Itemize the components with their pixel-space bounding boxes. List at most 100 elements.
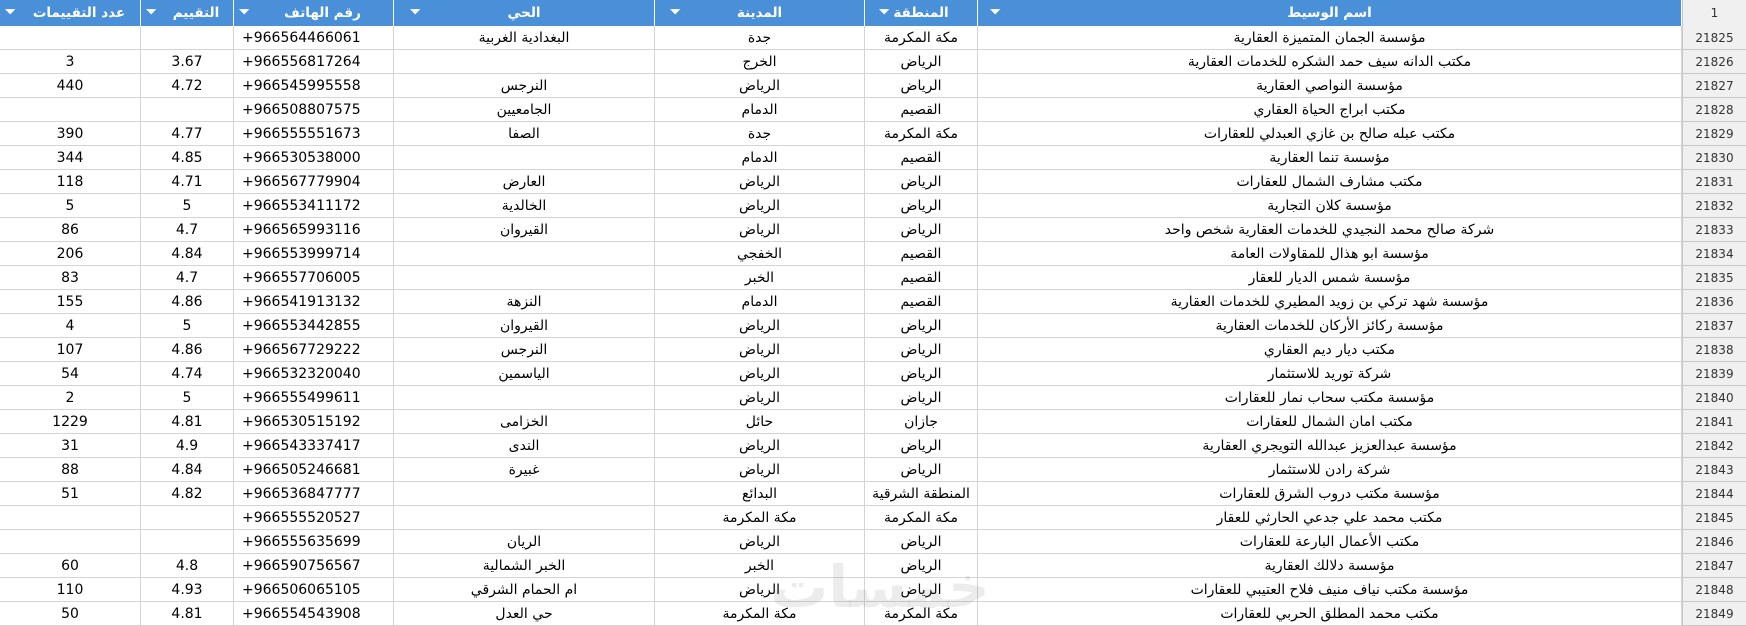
cell-broker-name[interactable]: مؤسسة النواصي العقارية [978, 74, 1682, 98]
cell-ratings-count[interactable]: 50 [0, 602, 141, 626]
cell-rating[interactable]: 4.74 [141, 362, 234, 386]
chevron-down-icon[interactable]: ⏷ [990, 0, 1000, 26]
cell-district[interactable]: الخالدية [394, 194, 655, 218]
row-header[interactable]: 21830 [1682, 146, 1746, 170]
cell-ratings-count[interactable]: 110 [0, 578, 141, 602]
cell-broker-name[interactable]: مؤسسة مكتب نياف منيف فلاح العتيبي للعقار… [978, 578, 1682, 602]
cell-ratings-count[interactable] [0, 506, 141, 530]
cell-ratings-count[interactable]: 86 [0, 218, 141, 242]
cell-phone[interactable]: +966557706005 [234, 266, 394, 290]
cell-city[interactable]: الرياض [655, 386, 865, 410]
cell-ratings-count[interactable]: 440 [0, 74, 141, 98]
cell-phone[interactable]: +966555635699 [234, 530, 394, 554]
row-header[interactable]: 21836 [1682, 290, 1746, 314]
row-header[interactable]: 21849 [1682, 602, 1746, 626]
cell-city[interactable]: الرياض [655, 530, 865, 554]
row-header[interactable]: 21825 [1682, 26, 1746, 50]
cell-rating[interactable] [141, 98, 234, 122]
cell-phone[interactable]: +966564466061 [234, 26, 394, 50]
cell-broker-name[interactable]: مؤسسة كلان التجارية [978, 194, 1682, 218]
cell-region[interactable]: القصيم [865, 290, 978, 314]
cell-broker-name[interactable]: مؤسسة الجمان المتميزة العقارية [978, 26, 1682, 50]
cell-rating[interactable]: 4.77 [141, 122, 234, 146]
row-header[interactable]: 21834 [1682, 242, 1746, 266]
cell-rating[interactable]: 4.81 [141, 602, 234, 626]
cell-ratings-count[interactable]: 51 [0, 482, 141, 506]
cell-ratings-count[interactable]: 4 [0, 314, 141, 338]
cell-broker-name[interactable]: مكتب ديار ديم العقاري [978, 338, 1682, 362]
row-header[interactable]: 1 [1682, 0, 1746, 26]
cell-rating[interactable] [141, 530, 234, 554]
cell-district[interactable]: النرجس [394, 74, 655, 98]
cell-broker-name[interactable]: مؤسسة ابو هذال للمقاولات العامة [978, 242, 1682, 266]
cell-district[interactable] [394, 266, 655, 290]
row-header[interactable]: 21835 [1682, 266, 1746, 290]
cell-district[interactable] [394, 242, 655, 266]
cell-broker-name[interactable]: مؤسسة مكتب سحاب نمار للعقارات [978, 386, 1682, 410]
row-header[interactable]: 21831 [1682, 170, 1746, 194]
cell-phone[interactable]: +966555520527 [234, 506, 394, 530]
cell-region[interactable]: مكة المكرمة [865, 26, 978, 50]
cell-phone[interactable]: +966553411172 [234, 194, 394, 218]
cell-phone[interactable]: +966567779904 [234, 170, 394, 194]
cell-city[interactable]: الدمام [655, 290, 865, 314]
cell-broker-name[interactable]: مؤسسة مكتب دروب الشرق للعقارات [978, 482, 1682, 506]
chevron-down-icon[interactable]: ⏷ [146, 0, 156, 26]
cell-city[interactable]: الدمام [655, 98, 865, 122]
cell-rating[interactable]: 4.84 [141, 242, 234, 266]
cell-region[interactable]: الرياض [865, 314, 978, 338]
cell-rating[interactable]: 4.85 [141, 146, 234, 170]
cell-rating[interactable]: 3.67 [141, 50, 234, 74]
cell-city[interactable]: مكة المكرمة [655, 602, 865, 626]
row-header[interactable]: 21840 [1682, 386, 1746, 410]
cell-district[interactable]: العارض [394, 170, 655, 194]
cell-region[interactable]: القصيم [865, 266, 978, 290]
cell-phone[interactable]: +966532320040 [234, 362, 394, 386]
cell-city[interactable]: الرياض [655, 362, 865, 386]
row-header[interactable]: 21841 [1682, 410, 1746, 434]
cell-rating[interactable]: 5 [141, 386, 234, 410]
cell-ratings-count[interactable]: 31 [0, 434, 141, 458]
row-header[interactable]: 21829 [1682, 122, 1746, 146]
cell-phone[interactable]: +966554543908 [234, 602, 394, 626]
cell-rating[interactable]: 5 [141, 314, 234, 338]
cell-city[interactable]: الرياض [655, 434, 865, 458]
cell-broker-name[interactable]: شركة صالح محمد النجيدي للخدمات العقارية … [978, 218, 1682, 242]
cell-phone[interactable]: +966545995558 [234, 74, 394, 98]
cell-city[interactable]: الرياض [655, 578, 865, 602]
cell-city[interactable]: الرياض [655, 314, 865, 338]
cell-rating[interactable]: 4.9 [141, 434, 234, 458]
cell-region[interactable]: الرياض [865, 218, 978, 242]
cell-rating[interactable]: 4.7 [141, 218, 234, 242]
column-header-city[interactable]: ⏷ المدينة [655, 0, 865, 26]
cell-region[interactable]: الرياض [865, 554, 978, 578]
cell-ratings-count[interactable]: 155 [0, 290, 141, 314]
cell-district[interactable] [394, 146, 655, 170]
cell-city[interactable]: الرياض [655, 458, 865, 482]
row-header[interactable]: 21826 [1682, 50, 1746, 74]
row-header[interactable]: 21846 [1682, 530, 1746, 554]
cell-broker-name[interactable]: شركة رادن للاستثمار [978, 458, 1682, 482]
cell-ratings-count[interactable]: 2 [0, 386, 141, 410]
cell-phone[interactable]: +966505246681 [234, 458, 394, 482]
column-header-rating[interactable]: ⏷ التقييم [141, 0, 234, 26]
cell-region[interactable]: القصيم [865, 242, 978, 266]
cell-district[interactable]: القيروان [394, 314, 655, 338]
cell-rating[interactable] [141, 26, 234, 50]
column-header-ratings-count[interactable]: ⏷ عدد التقييمات [0, 0, 141, 26]
cell-city[interactable]: الدمام [655, 146, 865, 170]
cell-broker-name[interactable]: مؤسسة تنما العقارية [978, 146, 1682, 170]
cell-phone[interactable]: +966555551673 [234, 122, 394, 146]
cell-rating[interactable]: 4.82 [141, 482, 234, 506]
cell-phone[interactable]: +966565993116 [234, 218, 394, 242]
cell-city[interactable]: الخبر [655, 266, 865, 290]
cell-ratings-count[interactable]: 83 [0, 266, 141, 290]
row-header[interactable]: 21828 [1682, 98, 1746, 122]
column-header-district[interactable]: ⏷ الحي [394, 0, 655, 26]
cell-city[interactable]: الخفجي [655, 242, 865, 266]
cell-district[interactable]: غبيرة [394, 458, 655, 482]
cell-region[interactable]: الرياض [865, 386, 978, 410]
column-header-phone[interactable]: ⏷ رقم الهاتف [234, 0, 394, 26]
cell-region[interactable]: مكة المكرمة [865, 602, 978, 626]
cell-city[interactable]: الخبر [655, 554, 865, 578]
